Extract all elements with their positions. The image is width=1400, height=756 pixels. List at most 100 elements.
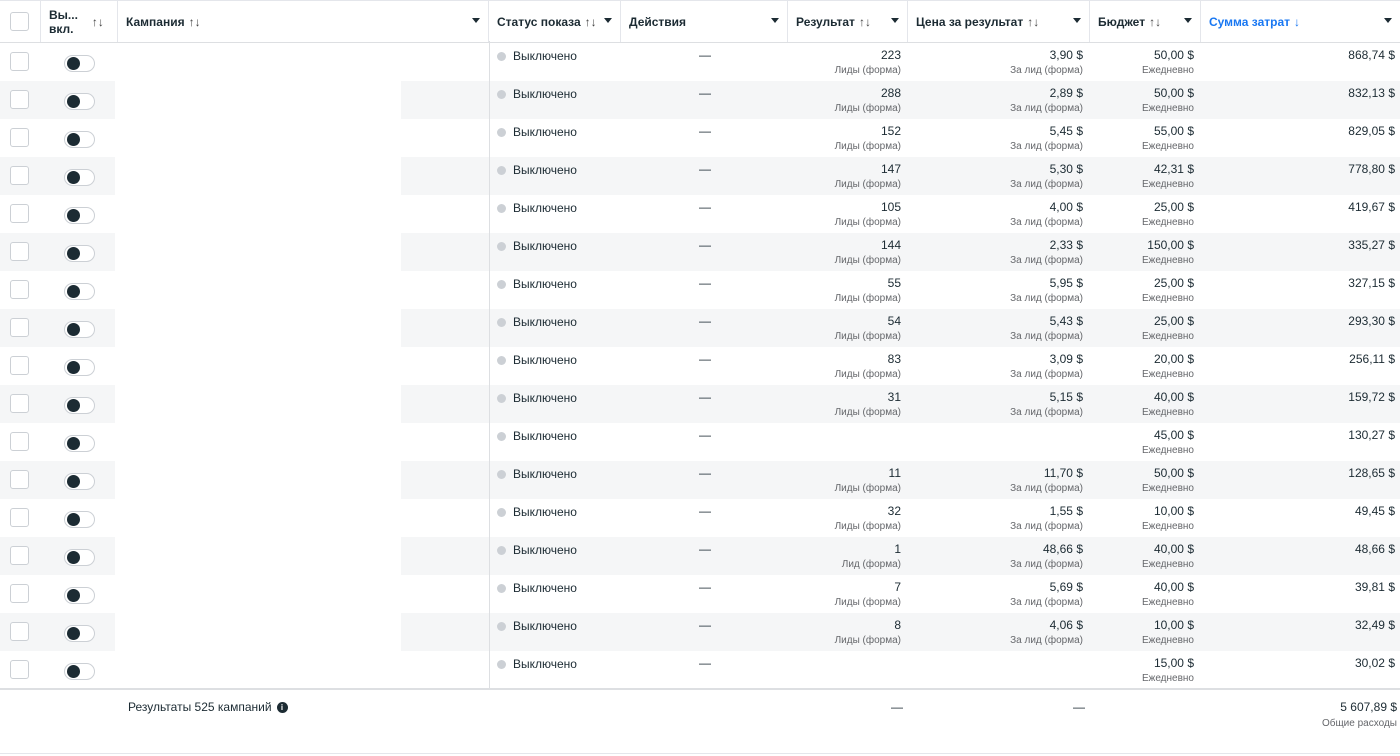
chevron-down-icon[interactable] — [771, 18, 779, 23]
table-row[interactable]: Выключено — 83 Лиды (форма) 3,09 $ За лид (фо… — [0, 347, 1400, 385]
cost-per-result-type: За лид (форма) — [1010, 521, 1083, 532]
chevron-down-icon[interactable] — [1184, 18, 1192, 23]
campaign-toggle[interactable] — [64, 169, 95, 186]
sort-icon[interactable]: ↑↓ — [189, 15, 201, 29]
select-all-checkbox[interactable] — [10, 12, 29, 31]
table-row[interactable]: Выключено — 144 Лиды (форма) 2,33 $ За лид (ф… — [0, 233, 1400, 271]
toggle-knob — [67, 133, 80, 146]
table-row[interactable]: Выключено — 152 Лиды (форма) 5,45 $ За лид (ф… — [0, 119, 1400, 157]
table-row[interactable]: Выключено — 31 Лиды (форма) 5,15 $ За лид (фо… — [0, 385, 1400, 423]
row-checkbox[interactable] — [10, 318, 29, 337]
row-checkbox[interactable] — [10, 470, 29, 489]
table-row[interactable]: Выключено — 1 Лид (форма) 48,66 $ За лид (фор… — [0, 537, 1400, 575]
row-checkbox[interactable] — [10, 280, 29, 299]
delivery-status: Выключено — [497, 581, 577, 595]
column-header-actions[interactable]: Действия — [621, 1, 788, 42]
result-type: Лиды (форма) — [834, 369, 901, 380]
sort-desc-icon[interactable]: ↓ — [1294, 15, 1300, 29]
table-row[interactable]: Выключено — 223 Лиды (форма) 3,90 $ За лид (ф… — [0, 43, 1400, 81]
delivery-status: Выключено — [497, 619, 577, 633]
budget-type: Ежедневно — [1141, 217, 1194, 228]
budget-value: 45,00 $ — [1153, 428, 1194, 442]
table-row[interactable]: Выключено — 7 Лиды (форма) 5,69 $ За лид (фор… — [0, 575, 1400, 613]
row-checkbox[interactable] — [10, 128, 29, 147]
status-text: Выключено — [513, 543, 577, 557]
status-dot-icon — [497, 127, 506, 137]
campaign-toggle[interactable] — [64, 587, 95, 604]
table-row[interactable]: Выключено — 288 Лиды (форма) 2,89 $ За лид (ф… — [0, 81, 1400, 119]
column-header-amount-spent[interactable]: Сумма затрат ↓ — [1201, 1, 1400, 42]
column-header-result[interactable]: Результат ↑↓ — [788, 1, 908, 42]
sort-icon[interactable]: ↑↓ — [1027, 15, 1039, 29]
result-type: Лиды (форма) — [834, 331, 901, 342]
campaign-toggle[interactable] — [64, 245, 95, 262]
row-checkbox[interactable] — [10, 660, 29, 679]
sort-icon[interactable]: ↑↓ — [585, 15, 597, 29]
sort-icon[interactable]: ↑↓ — [859, 15, 871, 29]
row-checkbox[interactable] — [10, 622, 29, 641]
amount-spent-value: 293,30 $ — [1348, 314, 1395, 328]
table-row[interactable]: Выключено — 8 Лиды (форма) 4,06 $ За лид (фор… — [0, 613, 1400, 651]
table-row[interactable]: Выключено — 15,00 $ Ежедневно 30,02 $ — [0, 651, 1400, 689]
chevron-down-icon[interactable] — [891, 18, 899, 23]
campaign-toggle[interactable] — [64, 131, 95, 148]
status-dot-icon — [497, 583, 506, 593]
campaign-toggle[interactable] — [64, 397, 95, 414]
campaign-toggle[interactable] — [64, 283, 95, 300]
row-checkbox[interactable] — [10, 90, 29, 109]
campaign-toggle[interactable] — [64, 625, 95, 642]
row-checkbox[interactable] — [10, 356, 29, 375]
actions-value: — — [699, 314, 711, 328]
campaign-toggle[interactable] — [64, 435, 95, 452]
chevron-down-icon[interactable] — [1384, 18, 1392, 23]
campaign-toggle[interactable] — [64, 55, 95, 72]
row-checkbox[interactable] — [10, 242, 29, 261]
table-row[interactable]: Выключено — 45,00 $ Ежедневно 130,27 $ — [0, 423, 1400, 461]
budget-type: Ежедневно — [1141, 369, 1194, 380]
amount-spent-value: 327,15 $ — [1348, 276, 1395, 290]
sort-icon[interactable]: ↑↓ — [92, 15, 104, 29]
table-row[interactable]: Выключено — 54 Лиды (форма) 5,43 $ За лид (фо… — [0, 309, 1400, 347]
column-header-budget[interactable]: Бюджет ↑↓ — [1090, 1, 1201, 42]
row-checkbox[interactable] — [10, 546, 29, 565]
table-row[interactable]: Выключено — 32 Лиды (форма) 1,55 $ За лид (фо… — [0, 499, 1400, 537]
status-text: Выключено — [513, 505, 577, 519]
column-header-status[interactable]: Статус показа ↑↓ — [489, 1, 621, 42]
actions-value: — — [699, 390, 711, 404]
row-checkbox[interactable] — [10, 52, 29, 71]
campaign-toggle[interactable] — [64, 207, 95, 224]
status-dot-icon — [497, 507, 506, 517]
table-row[interactable]: Выключено — 55 Лиды (форма) 5,95 $ За лид (фо… — [0, 271, 1400, 309]
column-header-onoff[interactable]: Вы... вкл. ↑↓ — [41, 1, 118, 42]
column-header-cost-per-result[interactable]: Цена за результат ↑↓ — [908, 1, 1090, 42]
sort-icon[interactable]: ↑↓ — [1149, 15, 1161, 29]
campaign-toggle[interactable] — [64, 473, 95, 490]
actions-value: — — [699, 124, 711, 138]
row-checkbox[interactable] — [10, 584, 29, 603]
column-header-campaign[interactable]: Кампания ↑↓ — [118, 1, 489, 42]
info-icon[interactable]: i — [276, 701, 288, 713]
cost-per-result-type: За лид (форма) — [1010, 483, 1083, 494]
campaign-toggle[interactable] — [64, 321, 95, 338]
cost-per-result-type: За лид (форма) — [1010, 65, 1083, 76]
table-row[interactable]: Выключено — 105 Лиды (форма) 4,00 $ За лид (ф… — [0, 195, 1400, 233]
row-checkbox[interactable] — [10, 166, 29, 185]
row-checkbox[interactable] — [10, 508, 29, 527]
row-checkbox[interactable] — [10, 204, 29, 223]
table-row[interactable]: Выключено — 11 Лиды (форма) 11,70 $ За лид (ф… — [0, 461, 1400, 499]
toggle-knob — [67, 209, 80, 222]
table-row[interactable]: Выключено — 147 Лиды (форма) 5,30 $ За лид (ф… — [0, 157, 1400, 195]
cost-per-result-value: 5,69 $ — [1049, 580, 1083, 594]
row-checkbox[interactable] — [10, 432, 29, 451]
campaign-toggle[interactable] — [64, 511, 95, 528]
chevron-down-icon[interactable] — [1073, 18, 1081, 23]
chevron-down-icon[interactable] — [604, 18, 612, 23]
campaign-toggle[interactable] — [64, 549, 95, 566]
campaign-toggle[interactable] — [64, 663, 95, 680]
chevron-down-icon[interactable] — [472, 18, 480, 23]
campaign-toggle[interactable] — [64, 359, 95, 376]
cpr-header-label: Цена за результат — [916, 14, 1024, 29]
delivery-status: Выключено — [497, 657, 577, 671]
row-checkbox[interactable] — [10, 394, 29, 413]
campaign-toggle[interactable] — [64, 93, 95, 110]
